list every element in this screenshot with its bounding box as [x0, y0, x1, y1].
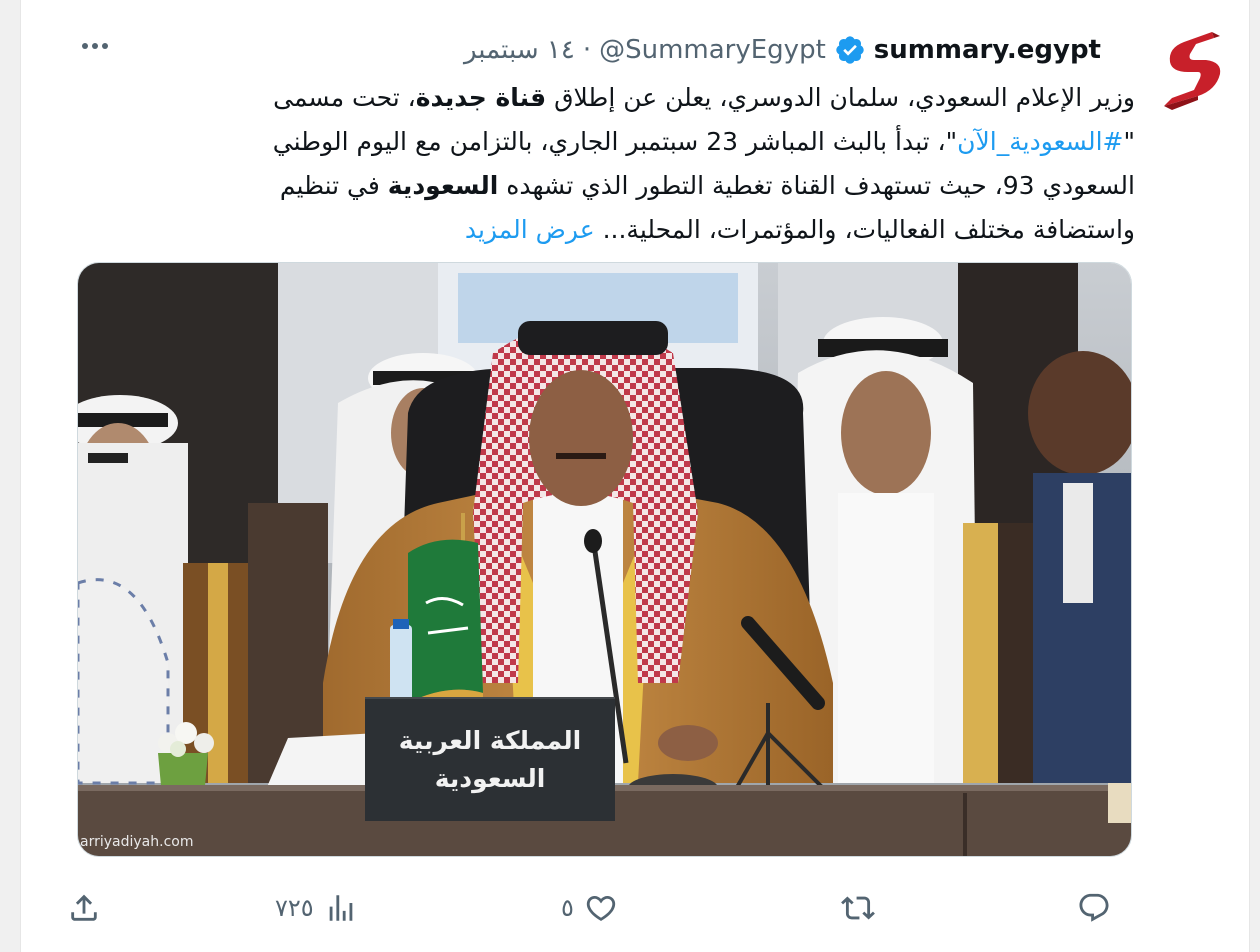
show-more-link[interactable]: عرض المزيد [465, 215, 595, 244]
share-icon [71, 894, 97, 921]
hashtag-link[interactable]: #السعودية_الآن [957, 127, 1123, 156]
tweet-line-4: واستضافة مختلف الفعاليات، والمؤتمرات، ال… [464, 215, 1135, 244]
heart-icon [586, 895, 616, 921]
reply-button[interactable] [1077, 886, 1111, 930]
display-name[interactable]: summary.egypt [874, 35, 1101, 65]
retweet-icon [841, 896, 875, 920]
verified-badge-icon [836, 36, 864, 64]
tweet-card[interactable]: summary.egypt @SummaryEgypt · ١٤ سبتمبر … [20, 0, 1250, 952]
share-button[interactable] [67, 886, 101, 930]
retweet-button[interactable] [841, 886, 875, 930]
likes-count: ٥ [561, 894, 574, 922]
avatar-logo[interactable] [1154, 26, 1240, 112]
tweet-line-1: وزير الإعلام السعودي، سلمان الدوسري، يعل… [273, 83, 1135, 112]
tweet-line-3: السعودي 93، حيث تستهدف القناة تغطية التط… [279, 171, 1135, 200]
nameplate-line-1: المملكة العربية [398, 726, 582, 755]
country-nameplate: المملكة العربية السعودية [365, 697, 615, 821]
nameplate-line-2: السعودية [434, 764, 546, 793]
reply-icon [1079, 893, 1109, 922]
tweet-text: وزير الإعلام السعودي، سلمان الدوسري، يعل… [91, 76, 1135, 252]
tweet-media-photo[interactable]: المملكة العربية السعودية arriyadiyah.com [77, 262, 1132, 857]
separator-dot: · [582, 35, 592, 65]
views-button[interactable]: ٧٢٥ [275, 886, 358, 930]
tweet-header: summary.egypt @SummaryEgypt · ١٤ سبتمبر [464, 30, 1101, 70]
image-watermark: arriyadiyah.com [80, 834, 194, 850]
user-handle[interactable]: @SummaryEgypt [599, 35, 826, 65]
more-options-icon[interactable] [73, 28, 117, 64]
tweet-date[interactable]: ١٤ سبتمبر [464, 35, 575, 65]
tweet-action-bar: ٧٢٥ ٥ [21, 880, 1251, 936]
tweet-line-2: "#السعودية_الآن"، تبدأ بالبث المباشر 23 … [272, 127, 1135, 156]
views-count: ٧٢٥ [275, 894, 314, 922]
summary-egypt-logo-icon [1164, 32, 1221, 110]
analytics-icon [329, 895, 353, 921]
like-button[interactable]: ٥ [561, 886, 618, 930]
